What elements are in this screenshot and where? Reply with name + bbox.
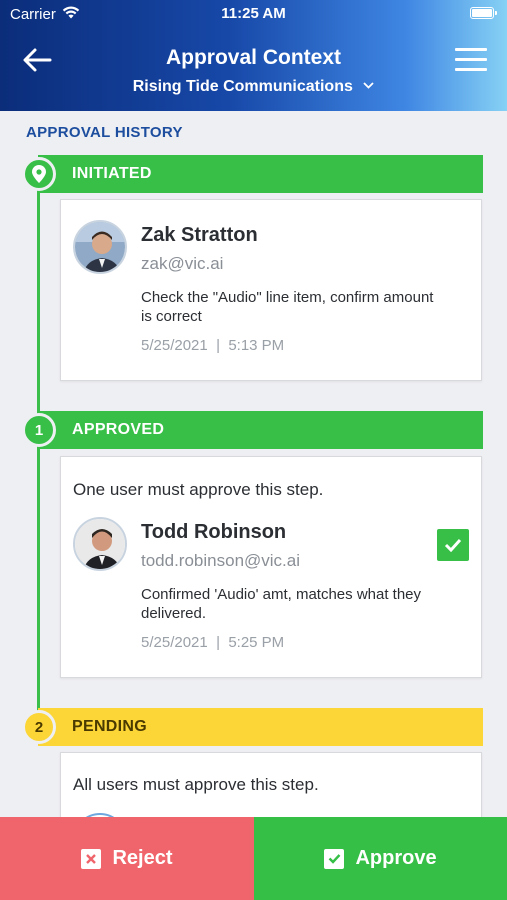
step-header-pending: 2 PENDING bbox=[22, 708, 483, 746]
reject-label: Reject bbox=[112, 847, 173, 869]
step-label: INITIATED bbox=[72, 165, 152, 182]
hamburger-menu-icon[interactable] bbox=[455, 46, 487, 74]
approver-name: Todd Robinson bbox=[141, 521, 287, 543]
approver-email: zak@vic.ai bbox=[141, 254, 224, 273]
step-header-initiated: INITIATED bbox=[22, 155, 483, 193]
approve-check-icon bbox=[324, 848, 345, 869]
approver-name: Zak Stratton bbox=[141, 224, 258, 246]
avatar bbox=[73, 220, 127, 274]
entry-time: 5:13 PM bbox=[228, 337, 285, 354]
section-title: APPROVAL HISTORY bbox=[26, 124, 183, 141]
timestamp: 5/25/2021 | 5:13 PM bbox=[141, 337, 285, 354]
timeline-connector bbox=[37, 180, 40, 720]
page-title: Approval Context bbox=[165, 46, 341, 69]
clock: 11:25 AM bbox=[221, 5, 286, 22]
approver-email: todd.robinson@vic.ai bbox=[141, 551, 301, 570]
entry-time: 5:25 PM bbox=[228, 634, 285, 651]
timestamp: 5/25/2021 | 5:25 PM bbox=[141, 634, 285, 651]
approve-button[interactable]: Approve bbox=[254, 817, 507, 900]
company-name: Rising Tide Communications bbox=[132, 78, 353, 95]
reject-x-icon bbox=[81, 848, 102, 869]
step-label: APPROVED bbox=[72, 421, 165, 438]
reject-button[interactable]: Reject bbox=[0, 817, 254, 900]
chevron-down-icon bbox=[363, 82, 374, 89]
step-rule-text: One user must approve this step. bbox=[73, 480, 324, 499]
step-badge bbox=[22, 157, 56, 191]
location-pin-icon bbox=[32, 165, 46, 183]
entry-date: 5/25/2021 bbox=[141, 634, 208, 651]
action-bar: Reject Approve bbox=[0, 817, 507, 900]
approval-entry-card: Zak Stratton zak@vic.ai Check the "Audio… bbox=[60, 199, 482, 381]
status-bar: Carrier 11:25 AM bbox=[0, 0, 507, 28]
approval-step-card: One user must approve this step. Todd Ro… bbox=[60, 456, 482, 678]
approve-label: Approve bbox=[355, 847, 437, 869]
step-label: PENDING bbox=[72, 718, 147, 735]
step-rule-text: All users must approve this step. bbox=[73, 775, 319, 794]
step-header-approved: 1 APPROVED bbox=[22, 411, 483, 449]
approval-comment: Check the "Audio" line item, confirm amo… bbox=[141, 289, 434, 325]
step-badge: 2 bbox=[22, 710, 56, 744]
approved-check-icon bbox=[437, 529, 469, 561]
step-badge: 1 bbox=[22, 413, 56, 447]
avatar bbox=[73, 517, 127, 571]
entry-date: 5/25/2021 bbox=[141, 337, 208, 354]
battery-icon bbox=[470, 7, 497, 19]
company-selector[interactable]: Rising Tide Communications bbox=[0, 78, 507, 96]
approval-comment: Confirmed 'Audio' amt, matches what they… bbox=[141, 586, 422, 622]
app-header: Carrier 11:25 AM Approval Context Rising… bbox=[0, 0, 507, 111]
